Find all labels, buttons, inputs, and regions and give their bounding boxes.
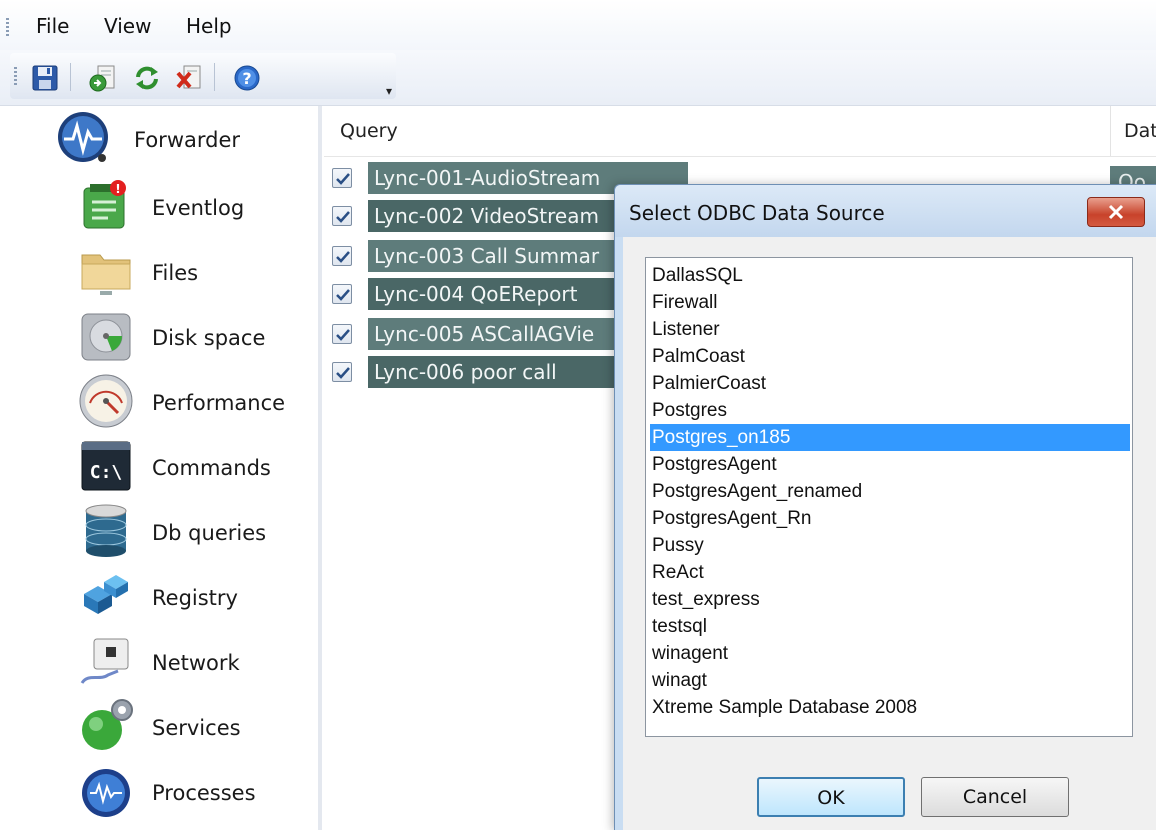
dialog-titlebar[interactable]: Select ODBC Data Source — [615, 185, 1156, 237]
list-item[interactable]: DallasSQL — [650, 262, 1130, 289]
close-icon — [1108, 204, 1124, 220]
database-icon — [78, 503, 134, 559]
menu-view[interactable]: View — [104, 14, 151, 38]
sidebar-item-forwarder[interactable]: Forwarder — [56, 110, 316, 170]
sidebar-item-registry[interactable]: Registry — [78, 568, 314, 628]
sidebar-item-label: Services — [152, 716, 241, 740]
folder-icon — [78, 243, 134, 299]
list-item[interactable]: Xtreme Sample Database 2008 — [650, 694, 1130, 721]
app-window: File View Help ? ▾ Forwarder ! Eventlog … — [0, 0, 1156, 830]
help-icon[interactable]: ? — [232, 63, 262, 93]
sidebar-item-label: Commands — [152, 456, 271, 480]
delete-icon[interactable] — [174, 63, 204, 93]
list-item[interactable]: PalmCoast — [650, 343, 1130, 370]
sidebar-item-processes[interactable]: Processes — [78, 763, 314, 823]
ok-button[interactable]: OK — [757, 777, 905, 817]
sidebar-item-label: Forwarder — [134, 128, 241, 152]
sidebar-item-label: Disk space — [152, 326, 266, 350]
list-item[interactable]: Listener — [650, 316, 1130, 343]
list-item[interactable]: Pussy — [650, 532, 1130, 559]
svg-text:!: ! — [115, 182, 120, 196]
toolbar-separator — [214, 63, 215, 91]
list-item[interactable]: winagent — [650, 640, 1130, 667]
sidebar-item-label: Registry — [152, 586, 238, 610]
menu-bar: File View Help — [0, 0, 1156, 50]
toolbar-overflow-icon[interactable]: ▾ — [386, 83, 398, 99]
odbc-dialog: Select ODBC Data Source DallasSQL Firewa… — [614, 184, 1156, 830]
sidebar-item-label: Network — [152, 651, 240, 675]
menu-file[interactable]: File — [36, 14, 69, 38]
svg-text:?: ? — [242, 69, 251, 88]
services-icon — [78, 698, 134, 754]
console-icon: C:\ — [78, 438, 134, 494]
list-item[interactable]: PostgresAgent_Rn — [650, 505, 1130, 532]
disk-icon — [78, 308, 134, 364]
sidebar-item-network[interactable]: Network — [78, 633, 314, 693]
registry-icon — [78, 568, 134, 624]
list-item[interactable]: Firewall — [650, 289, 1130, 316]
list-item[interactable]: PalmierCoast — [650, 370, 1130, 397]
sidebar-item-label: Eventlog — [152, 196, 245, 220]
sidebar-item-services[interactable]: Services — [78, 698, 314, 758]
list-item[interactable]: winagt — [650, 667, 1130, 694]
menu-grip[interactable] — [6, 18, 9, 36]
import-icon[interactable] — [88, 63, 118, 93]
menu-help[interactable]: Help — [186, 14, 232, 38]
column-divider[interactable] — [1110, 106, 1111, 156]
sidebar-item-eventlog[interactable]: ! Eventlog — [78, 178, 314, 238]
save-icon[interactable] — [30, 63, 60, 93]
toolbar-grip[interactable] — [14, 67, 17, 87]
query-checkbox[interactable] — [332, 246, 352, 266]
sidebar-item-performance[interactable]: Performance — [78, 373, 314, 433]
query-checkbox[interactable] — [332, 362, 352, 382]
list-item[interactable]: Postgres — [650, 397, 1130, 424]
network-icon — [78, 633, 134, 689]
data-source-list[interactable]: DallasSQL Firewall Listener PalmCoast Pa… — [645, 257, 1133, 737]
sidebar-item-label: Files — [152, 261, 199, 285]
close-button[interactable] — [1087, 197, 1145, 227]
list-item[interactable]: PostgresAgent — [650, 451, 1130, 478]
query-checkbox[interactable] — [332, 206, 352, 226]
column-data[interactable]: Dat — [1124, 120, 1156, 142]
toolbar: ? ▾ — [0, 50, 1156, 106]
sidebar: Forwarder ! Eventlog Files Disk space Pe… — [0, 106, 322, 830]
cancel-button[interactable]: Cancel — [921, 777, 1069, 817]
toolstrip: ? ▾ — [10, 53, 396, 99]
gauge-icon — [78, 373, 134, 429]
column-header: Query Dat — [324, 106, 1156, 157]
sidebar-item-disk-space[interactable]: Disk space — [78, 308, 314, 368]
query-checkbox[interactable] — [332, 168, 352, 188]
list-item[interactable]: testsql — [650, 613, 1130, 640]
forwarder-icon — [56, 110, 112, 166]
sidebar-item-label: Performance — [152, 391, 286, 415]
sidebar-item-db-queries[interactable]: Db queries — [78, 503, 314, 563]
refresh-icon[interactable] — [132, 63, 162, 93]
processes-icon — [78, 763, 134, 819]
column-query[interactable]: Query — [340, 120, 398, 142]
query-checkbox[interactable] — [332, 284, 352, 304]
list-item[interactable]: test_express — [650, 586, 1130, 613]
dialog-body: DallasSQL Firewall Listener PalmCoast Pa… — [623, 237, 1156, 830]
sidebar-item-label: Processes — [152, 781, 256, 805]
eventlog-icon: ! — [78, 178, 134, 234]
sidebar-item-files[interactable]: Files — [78, 243, 314, 303]
sidebar-item-label: Db queries — [152, 521, 267, 545]
toolbar-separator — [70, 63, 71, 91]
list-item-selected[interactable]: Postgres_on185 — [650, 424, 1130, 451]
sidebar-item-commands[interactable]: C:\ Commands — [78, 438, 314, 498]
query-checkbox[interactable] — [332, 324, 352, 344]
svg-text:C:\: C:\ — [90, 462, 123, 483]
list-item[interactable]: PostgresAgent_renamed — [650, 478, 1130, 505]
dialog-title: Select ODBC Data Source — [629, 201, 885, 225]
list-item[interactable]: ReAct — [650, 559, 1130, 586]
